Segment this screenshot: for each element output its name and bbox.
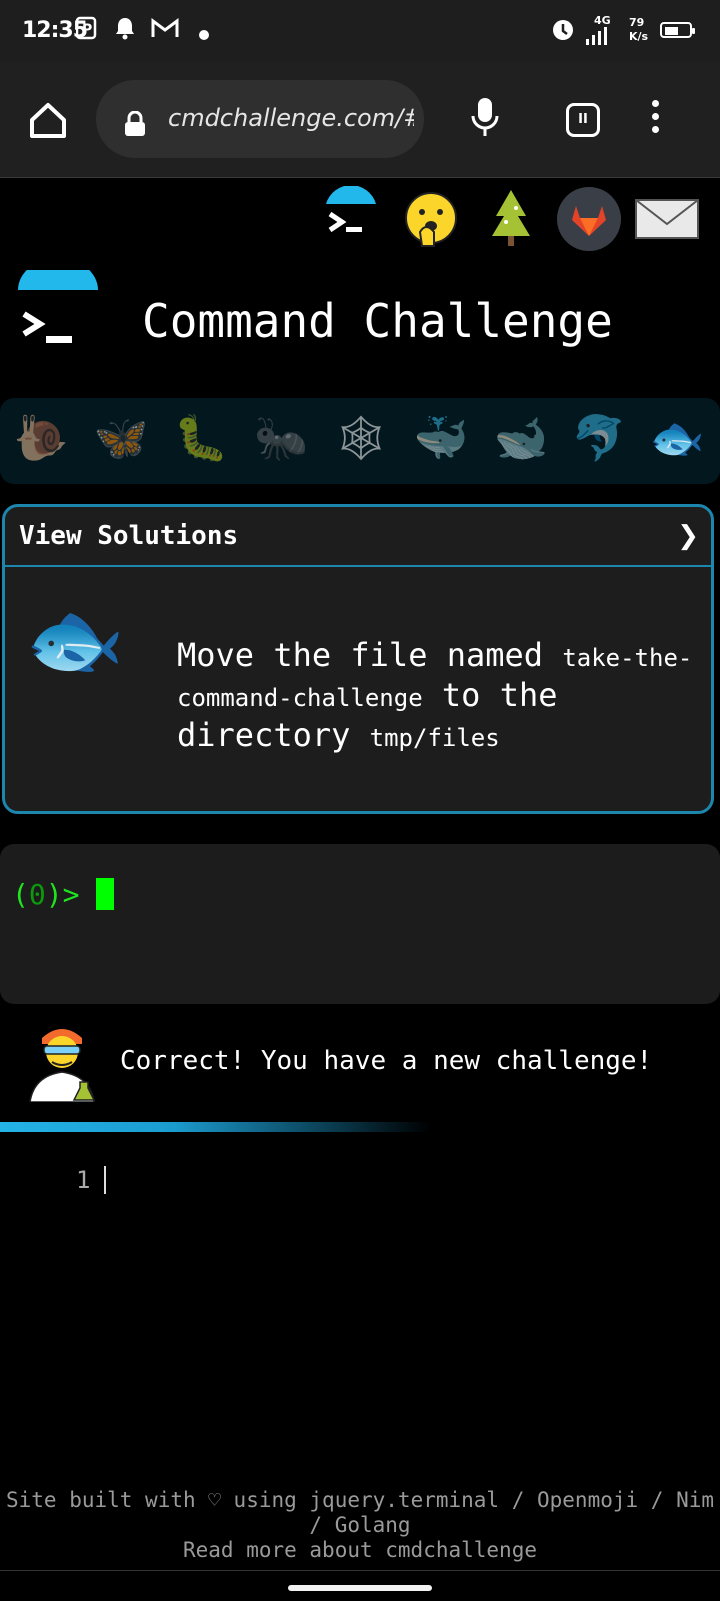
dot-icon [198, 22, 210, 47]
envelope-icon[interactable] [634, 186, 700, 252]
menu-dot [652, 126, 659, 133]
terminal-icon[interactable] [318, 185, 384, 252]
cmdchallenge-logo[interactable] [18, 258, 102, 358]
caterpillar-icon[interactable]: 🐛 [168, 406, 234, 472]
svg-text:P: P [82, 22, 92, 38]
spider-web-icon[interactable]: 🕸 [328, 406, 394, 472]
system-nav-bar [0, 1570, 720, 1601]
chevron-right-icon[interactable]: ❯ [677, 521, 699, 551]
gmail-icon [150, 16, 180, 46]
menu-dot [652, 113, 659, 120]
url-text[interactable]: cmdchallenge.com/#/1 [168, 104, 414, 132]
ant-icon[interactable]: 🐜 [248, 406, 314, 472]
tree-icon[interactable] [478, 186, 544, 252]
bell-icon [114, 16, 136, 46]
footer: Site built with ♡ using jquery.terminal … [0, 1488, 720, 1563]
home-icon [30, 103, 66, 138]
terminal[interactable]: (0)> [0, 844, 720, 1004]
terminal-cursor[interactable] [96, 878, 114, 910]
prompt-close: )> [45, 878, 80, 911]
parking-icon: P [75, 16, 98, 46]
view-solutions-header[interactable]: View Solutions ❯ [5, 507, 711, 567]
result-message-row: Correct! You have a new challenge! [0, 1018, 720, 1108]
speed-unit: K/s [629, 30, 649, 43]
read-more-link[interactable]: Read more about cmdchallenge [183, 1538, 537, 1562]
page-title: Command Challenge [142, 294, 613, 348]
battery-icon [660, 22, 695, 38]
terminal-prompt: (0)> [12, 878, 79, 911]
top-icon-row [0, 180, 720, 252]
footer-credits: Site built with ♡ using jquery.terminal … [5, 1488, 714, 1537]
signal-icon [586, 26, 610, 51]
whale-icon[interactable]: 🐳 [408, 406, 474, 472]
gitlab-icon[interactable] [556, 186, 622, 252]
fish-icon: 🐟 [25, 593, 125, 686]
voice-search-button[interactable] [470, 96, 500, 144]
progress-bar [0, 1122, 430, 1132]
prompt-return-code: 0 [28, 878, 46, 911]
prompt-open: ( [12, 878, 29, 911]
status-bar: 12:35 P 4G 79 K/s [0, 0, 720, 62]
dolphin-icon[interactable]: 🐬 [566, 406, 632, 472]
shushing-face-icon[interactable] [398, 186, 464, 252]
challenge-text: Move the file named [177, 636, 563, 674]
butterfly-icon[interactable]: 🦋 [88, 406, 154, 472]
line-number: 1 [76, 1166, 91, 1194]
network-speed: 79 K/s [629, 16, 648, 44]
challenge-description: Move the file named take-the-command-cha… [177, 637, 697, 757]
url-bar[interactable]: cmdchallenge.com/#/1 [96, 80, 424, 158]
fish-icon[interactable]: 🐟 [644, 406, 710, 472]
lock-icon [125, 111, 145, 136]
editor-caret [104, 1166, 106, 1194]
menu-dot [652, 100, 659, 107]
snail-icon[interactable]: 🐌 [8, 406, 74, 472]
browser-toolbar: cmdchallenge.com/#/1 II [0, 62, 720, 178]
alarm-icon [550, 16, 576, 48]
code-editor[interactable]: 1 [0, 1160, 720, 1220]
challenge-code: tmp/files [369, 724, 500, 752]
whale2-icon[interactable]: 🐋 [488, 406, 554, 472]
level-selector: 🐌 🦋 🐛 🐜 🕸 🐳 🐋 🐬 🐟 [0, 398, 720, 484]
overflow-menu-button[interactable] [652, 100, 662, 139]
header: Command Challenge [0, 258, 720, 370]
home-gesture-bar[interactable] [288, 1585, 432, 1591]
speed-value: 79 [629, 16, 645, 29]
result-message: Correct! You have a new challenge! [120, 1046, 653, 1076]
tab-switcher-button[interactable]: II [566, 103, 600, 137]
view-solutions-label[interactable]: View Solutions [19, 521, 238, 551]
microphone-icon [471, 98, 499, 136]
scientist-icon [26, 1018, 102, 1123]
home-button[interactable] [26, 98, 70, 142]
challenge-card: View Solutions ❯ 🐟 Move the file named t… [2, 504, 714, 814]
